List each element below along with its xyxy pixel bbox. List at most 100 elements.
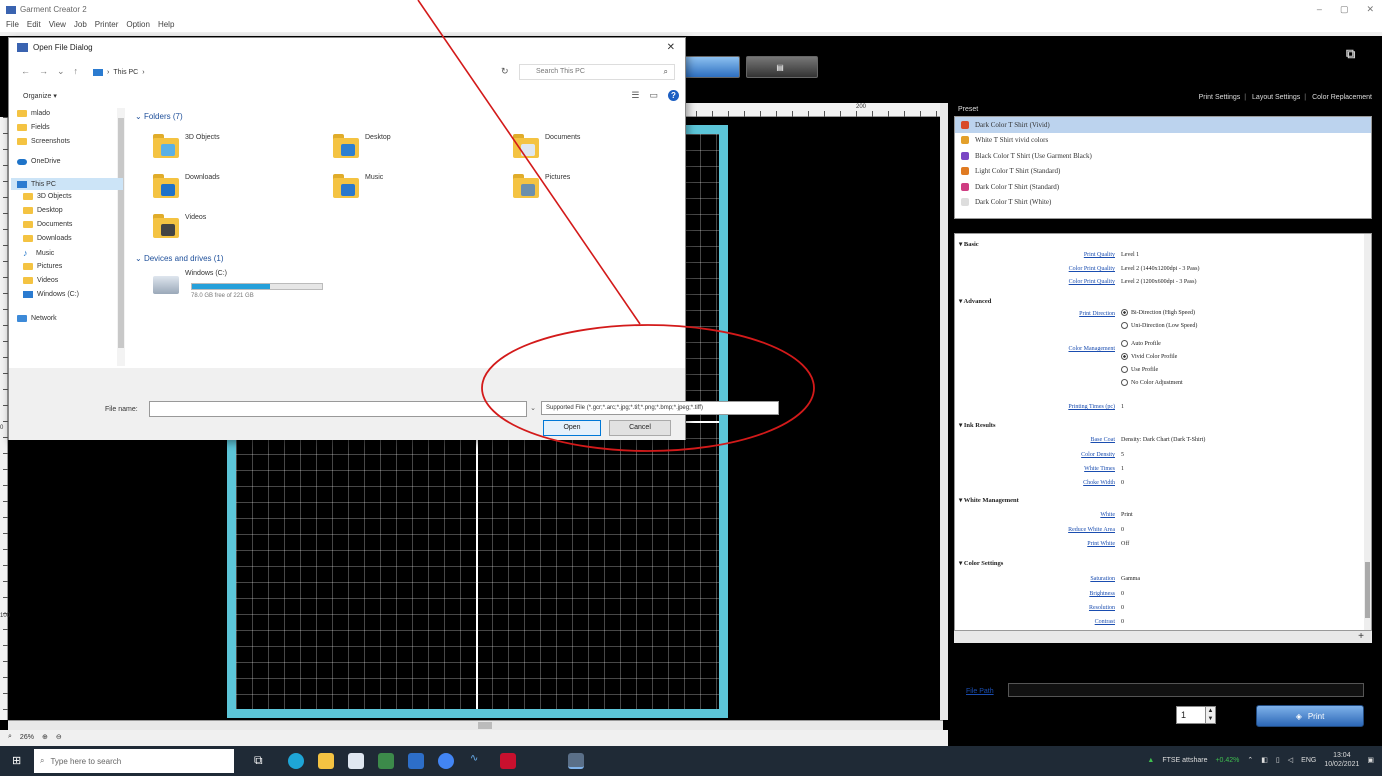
- stock-ticker-text[interactable]: FTSE attshare: [1162, 757, 1207, 764]
- menu-view[interactable]: View: [49, 20, 66, 32]
- preset-item[interactable]: Dark Color T Shirt (White): [955, 195, 1371, 211]
- print-direction-option-1[interactable]: Bi-Direction (High Speed): [1121, 309, 1195, 316]
- zoom-in-icon[interactable]: ⊕: [42, 733, 48, 741]
- menu-job[interactable]: Job: [74, 20, 87, 32]
- store-icon[interactable]: [348, 753, 364, 769]
- tab-color-replacement[interactable]: Color Replacement: [1312, 94, 1372, 101]
- close-button[interactable]: ✕: [1366, 4, 1374, 15]
- folder-tile-desktop[interactable]: Desktop: [333, 134, 391, 158]
- nav-item[interactable]: OneDrive: [17, 158, 61, 165]
- section-basic[interactable]: ▾ Basic: [959, 240, 979, 248]
- base-coat-link[interactable]: Base Coat: [1005, 437, 1116, 443]
- cancel-button[interactable]: Cancel: [609, 420, 671, 436]
- network-icon[interactable]: ◧: [1261, 756, 1268, 764]
- preset-item[interactable]: White T Shirt vivid colors: [955, 133, 1371, 149]
- folder-tile-3d-objects[interactable]: 3D Objects: [153, 134, 220, 158]
- preset-item[interactable]: Black Color T Shirt (Use Garment Black): [955, 148, 1371, 164]
- reduce-white-link[interactable]: Reduce White Area: [1005, 527, 1115, 533]
- nav-item[interactable]: Network: [17, 315, 57, 322]
- forward-icon[interactable]: →: [39, 66, 48, 77]
- app-icon-red[interactable]: [500, 753, 516, 769]
- help-icon[interactable]: ?: [668, 90, 679, 101]
- devices-group-header[interactable]: ⌄ Devices and drives (1): [135, 254, 224, 263]
- tab-print-settings[interactable]: Print Settings: [1199, 94, 1241, 101]
- nav-item[interactable]: Fields: [17, 124, 50, 131]
- nav-item[interactable]: 3D Objects: [23, 193, 72, 200]
- notifications-icon[interactable]: ▣: [1367, 756, 1374, 764]
- nav-item[interactable]: ♪ Music: [23, 249, 54, 258]
- white-times-link[interactable]: White Times: [1005, 466, 1115, 472]
- color-management-link[interactable]: Color Management: [1005, 346, 1116, 352]
- zoom-out-icon[interactable]: ⊖: [56, 733, 62, 741]
- folder-tile-downloads[interactable]: Downloads: [153, 174, 220, 198]
- add-button[interactable]: +: [954, 631, 1372, 643]
- menu-help[interactable]: Help: [158, 20, 174, 32]
- brightness-link[interactable]: Brightness: [1005, 591, 1115, 597]
- volume-icon[interactable]: ◁: [1288, 756, 1293, 764]
- nav-item[interactable]: Desktop: [23, 207, 63, 214]
- search-input[interactable]: Search This PC ⌕: [519, 64, 675, 80]
- taskbar-search-input[interactable]: ⌕ Type here to search: [34, 749, 234, 773]
- print-white-link[interactable]: Print White: [1005, 541, 1115, 547]
- color-management-option-4[interactable]: No Color Adjustment: [1121, 379, 1183, 386]
- app-icon-green[interactable]: [378, 753, 394, 769]
- file-type-select[interactable]: Supported File (*.gcr;*.arc;*.jpg;*.tif;…: [541, 401, 779, 415]
- tray-chevron-icon[interactable]: ⌃: [1247, 756, 1253, 764]
- canvas-vertical-scrollbar[interactable]: [940, 103, 948, 720]
- back-icon[interactable]: ←: [21, 66, 30, 77]
- refresh-icon[interactable]: ↻: [501, 66, 509, 77]
- contrast-link[interactable]: Contrast: [1005, 619, 1115, 625]
- color-print-quality-link[interactable]: Color Print Quality: [1005, 266, 1115, 272]
- nav-item[interactable]: Pictures: [23, 263, 62, 270]
- open-button[interactable]: Open: [543, 420, 601, 436]
- breadcrumb[interactable]: This PC: [113, 69, 138, 76]
- task-view-icon[interactable]: ⧉: [254, 753, 270, 769]
- dialog-close-icon[interactable]: ✕: [667, 42, 675, 53]
- folder-tile-pictures[interactable]: Pictures: [513, 174, 570, 198]
- chrome-icon[interactable]: [438, 753, 454, 769]
- color-management-option-1[interactable]: Auto Profile: [1121, 340, 1161, 347]
- menu-edit[interactable]: Edit: [27, 20, 41, 32]
- color-management-option-3[interactable]: Use Profile: [1121, 366, 1158, 373]
- nav-item[interactable]: Windows (C:): [23, 291, 79, 298]
- toolbar-tab-button-2[interactable]: ▤: [746, 56, 818, 78]
- section-color-settings[interactable]: ▾ Color Settings: [959, 559, 1003, 567]
- menu-option[interactable]: Option: [126, 20, 150, 32]
- section-advanced[interactable]: ▾ Advanced: [959, 297, 991, 305]
- scroll-thumb[interactable]: [118, 118, 124, 348]
- color-density-link[interactable]: Color Density: [1005, 452, 1115, 458]
- nav-item[interactable]: This PC: [11, 178, 123, 190]
- preset-item[interactable]: Light Color T Shirt (Standard): [955, 164, 1371, 180]
- print-direction-option-2[interactable]: Uni-Direction (Low Speed): [1121, 322, 1197, 329]
- battery-icon[interactable]: ▯: [1276, 756, 1280, 764]
- clock[interactable]: 13:04 10/02/2021: [1324, 751, 1359, 769]
- app-icon-wave[interactable]: ∿: [470, 753, 486, 769]
- scroll-thumb[interactable]: [1365, 562, 1370, 618]
- file-path-link[interactable]: File Path: [966, 688, 994, 695]
- scroll-thumb[interactable]: [478, 722, 492, 729]
- history-chevron-icon[interactable]: ⌄: [57, 66, 65, 77]
- file-name-input[interactable]: [149, 401, 527, 417]
- white-print-quality-link[interactable]: Color Print Quality: [1005, 279, 1115, 285]
- file-name-dropdown-icon[interactable]: ⌄: [527, 401, 539, 417]
- folders-group-header[interactable]: ⌄ Folders (7): [135, 112, 183, 121]
- preview-pane-icon[interactable]: ▭: [649, 90, 658, 101]
- section-ink-results[interactable]: ▾ Ink Results: [959, 421, 996, 429]
- resolution-link[interactable]: Resolution: [1005, 605, 1115, 611]
- address-bar[interactable]: › This PC ›: [89, 64, 497, 80]
- section-white-management[interactable]: ▾ White Management: [959, 496, 1019, 504]
- print-quality-link[interactable]: Print Quality: [1005, 252, 1115, 258]
- garment-creator-taskbar-icon[interactable]: [568, 753, 584, 769]
- folder-tile-documents[interactable]: Documents: [513, 134, 580, 158]
- nav-item[interactable]: Screenshots: [17, 138, 70, 145]
- menu-file[interactable]: File: [6, 20, 19, 32]
- windows-start-icon[interactable]: ⊞: [12, 755, 24, 767]
- print-button[interactable]: ◈ Print: [1256, 705, 1364, 727]
- color-management-option-2[interactable]: Vivid Color Profile: [1121, 353, 1177, 360]
- preset-item[interactable]: Dark Color T Shirt (Vivid): [955, 117, 1371, 133]
- minimize-button[interactable]: –: [1317, 4, 1322, 15]
- print-direction-link[interactable]: Print Direction: [1005, 311, 1115, 317]
- printing-times-link[interactable]: Printing Times (pc): [1005, 404, 1115, 410]
- up-icon[interactable]: ↑: [74, 66, 79, 77]
- preset-item[interactable]: Dark Color T Shirt (Standard): [955, 179, 1371, 195]
